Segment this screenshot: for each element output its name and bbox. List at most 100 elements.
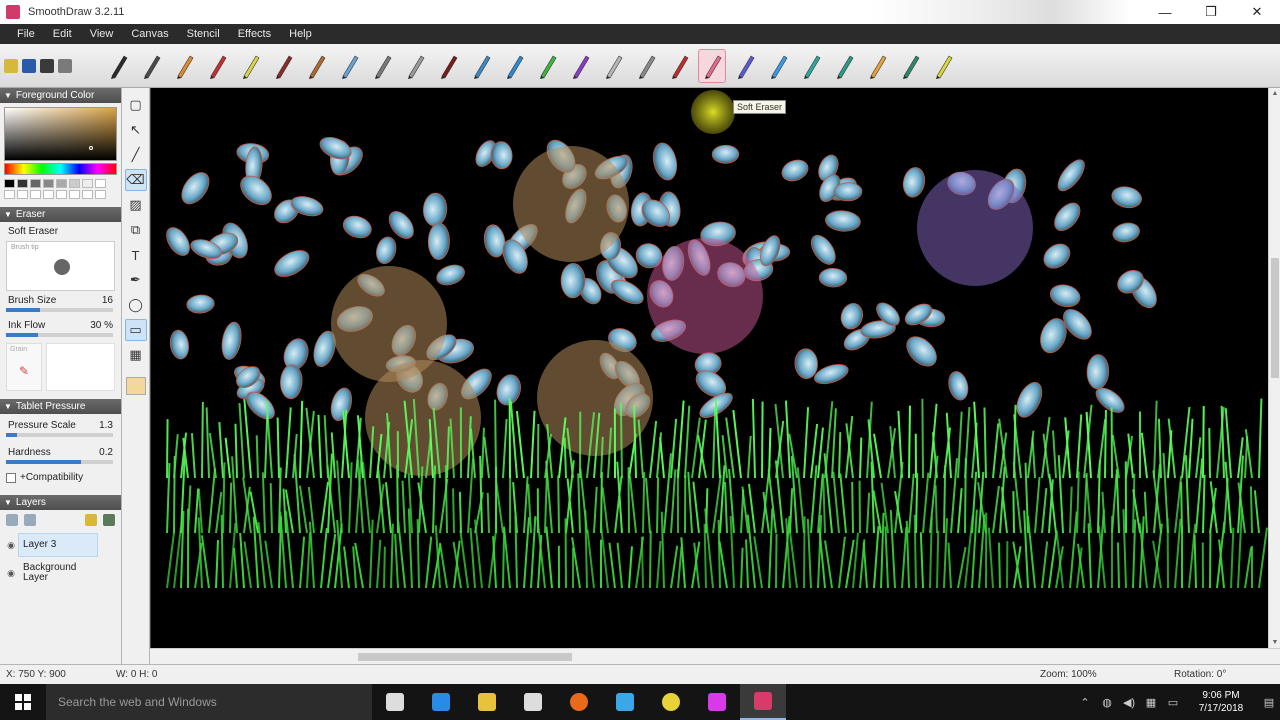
ink-flow-slider[interactable]: [6, 333, 113, 337]
pressure-scale-slider[interactable]: [6, 433, 113, 437]
pen-tool[interactable]: [104, 49, 132, 83]
hard-eraser-tool[interactable]: [731, 49, 759, 83]
color-swatch[interactable]: [43, 190, 54, 199]
color-swatch[interactable]: [82, 179, 93, 188]
color-swatch[interactable]: [95, 179, 106, 188]
pressure-scale-value[interactable]: 1.3: [99, 420, 113, 431]
color-swatch[interactable]: [69, 190, 80, 199]
menu-edit[interactable]: Edit: [44, 28, 81, 40]
swirl-tool[interactable]: [500, 49, 528, 83]
flowers-tool[interactable]: [566, 49, 594, 83]
new-layer-icon[interactable]: [85, 514, 97, 526]
cloud-tool[interactable]: [599, 49, 627, 83]
layer-row[interactable]: ◉ Layer 3: [4, 532, 117, 558]
grain-preview[interactable]: Grain ✎: [6, 343, 42, 391]
brush-tool[interactable]: [302, 49, 330, 83]
ink-tool[interactable]: [434, 49, 462, 83]
highlighter-tool[interactable]: [236, 49, 264, 83]
hardness-slider[interactable]: [6, 460, 113, 464]
gradient-icon[interactable]: ▦: [125, 344, 147, 366]
ink-flow-value[interactable]: 30 %: [90, 320, 113, 331]
firefox-icon[interactable]: [556, 684, 602, 720]
taskbar-search[interactable]: Search the web and Windows: [46, 684, 372, 720]
drop-tool[interactable]: [764, 49, 792, 83]
store-icon[interactable]: [510, 684, 556, 720]
clone-icon[interactable]: ⧉: [125, 219, 147, 241]
lasso-icon[interactable]: ◯: [125, 294, 147, 316]
brush-size-value[interactable]: 16: [102, 295, 113, 306]
visibility-icon[interactable]: ◉: [4, 540, 18, 551]
red-pencil-tool[interactable]: [203, 49, 231, 83]
move-layer-up-icon[interactable]: [6, 514, 18, 526]
scroll-up-icon[interactable]: ▲: [1269, 90, 1280, 97]
layer-name[interactable]: Layer 3: [18, 533, 98, 557]
vertical-scrollbar[interactable]: ▲ ▼: [1268, 88, 1280, 648]
color-swatch[interactable]: [95, 190, 106, 199]
drawing-canvas[interactable]: [150, 88, 1268, 648]
foreground-color-header[interactable]: ▼ Foreground Color: [0, 88, 121, 103]
watercolor-tool[interactable]: [467, 49, 495, 83]
color-swatch[interactable]: [30, 190, 41, 199]
color-swatch[interactable]: [4, 179, 15, 188]
move-layer-down-icon[interactable]: [24, 514, 36, 526]
menu-effects[interactable]: Effects: [229, 28, 280, 40]
brush-size-slider[interactable]: [6, 308, 113, 312]
brush-icon[interactable]: ╱: [125, 144, 147, 166]
menu-stencil[interactable]: Stencil: [178, 28, 229, 40]
pencil-tool[interactable]: [137, 49, 165, 83]
chrome-icon[interactable]: [648, 684, 694, 720]
stamp-tool[interactable]: [665, 49, 693, 83]
file-explorer-icon[interactable]: [464, 684, 510, 720]
menu-help[interactable]: Help: [280, 28, 321, 40]
undo-icon[interactable]: [40, 58, 54, 73]
compatibility-checkbox[interactable]: +Compatibility: [0, 472, 121, 483]
layer-options-icon[interactable]: [103, 514, 115, 526]
color-swatch[interactable]: [17, 179, 28, 188]
close-button[interactable]: ✕: [1234, 0, 1280, 24]
layers-header[interactable]: ▼ Layers: [0, 495, 121, 510]
menu-file[interactable]: File: [8, 28, 44, 40]
redo-icon[interactable]: [58, 58, 72, 73]
menu-view[interactable]: View: [81, 28, 123, 40]
hue-slider[interactable]: [4, 163, 117, 175]
tray-chevron-icon[interactable]: ⌃: [1074, 696, 1096, 709]
picker-icon[interactable]: ✒: [125, 269, 147, 291]
smoothdraw-icon[interactable]: [740, 684, 786, 720]
network-icon[interactable]: ◍: [1096, 696, 1118, 709]
move-icon[interactable]: ↖: [125, 119, 147, 141]
paint-icon[interactable]: [602, 684, 648, 720]
fill-tool[interactable]: [896, 49, 924, 83]
rotation-level[interactable]: Rotation: 0°: [1174, 669, 1226, 680]
horizontal-scrollbar[interactable]: [150, 648, 1280, 664]
color-swatch[interactable]: [56, 190, 67, 199]
leaf-tool[interactable]: [863, 49, 891, 83]
color-swatch[interactable]: [30, 179, 41, 188]
eraser-icon[interactable]: ⌫: [124, 169, 147, 191]
stencil-tool[interactable]: [929, 49, 957, 83]
layer-name[interactable]: Background Layer: [18, 561, 98, 585]
hardness-value[interactable]: 0.2: [99, 447, 113, 458]
eraser-header[interactable]: ▼ Eraser: [0, 207, 121, 222]
color-swatch[interactable]: [17, 190, 28, 199]
soft-eraser-tool[interactable]: [698, 48, 726, 83]
color-swatch[interactable]: [56, 179, 67, 188]
rectangle-icon[interactable]: ▭: [124, 319, 147, 341]
minimize-button[interactable]: —: [1142, 0, 1188, 24]
compatibility-box[interactable]: [6, 472, 16, 483]
eraser-preset[interactable]: Soft Eraser: [8, 226, 58, 237]
blur-tool[interactable]: [830, 49, 858, 83]
marker-tool[interactable]: [269, 49, 297, 83]
airbrush2-tool[interactable]: [368, 49, 396, 83]
open-icon[interactable]: [4, 58, 18, 73]
color-picker[interactable]: [4, 107, 117, 161]
chat-icon[interactable]: ▭: [1162, 696, 1184, 709]
airbrush3-tool[interactable]: [401, 49, 429, 83]
orange-pencil-tool[interactable]: [170, 49, 198, 83]
task-view-icon[interactable]: [372, 684, 418, 720]
color-swatch[interactable]: [82, 190, 93, 199]
smudge-tool[interactable]: [797, 49, 825, 83]
clock[interactable]: 9:06 PM 7/17/2018: [1184, 689, 1258, 715]
grass-tool[interactable]: [533, 49, 561, 83]
color-swatch[interactable]: [43, 179, 54, 188]
scroll-down-icon[interactable]: ▼: [1269, 639, 1280, 646]
